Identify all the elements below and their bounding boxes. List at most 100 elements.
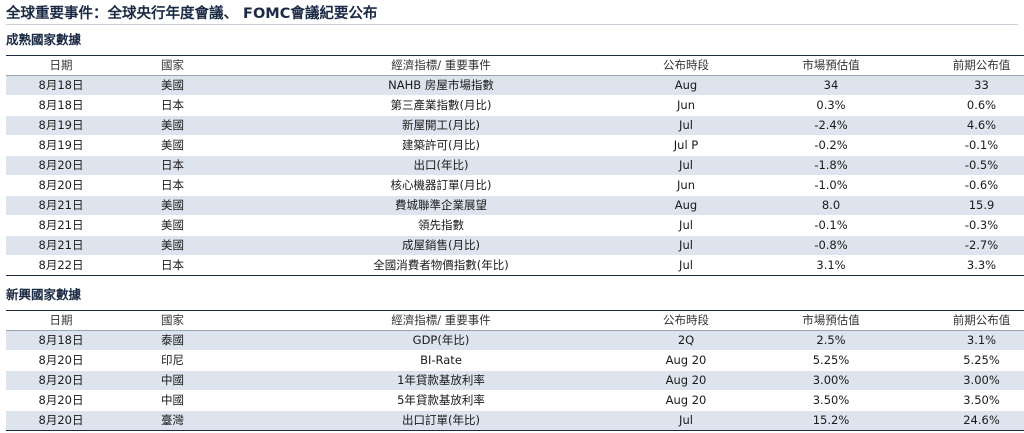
cell-event: 建築許可(月比) [271, 135, 611, 156]
cell-period: Aug 20 [611, 370, 761, 391]
table-row: 8月18日 泰國 GDP(年比) 2Q 2.5% 3.1% [6, 330, 1024, 351]
cell-previous: -0.5% [901, 155, 1024, 176]
cell-previous: 24.6% [901, 410, 1024, 431]
cell-date: 8月20日 [6, 390, 116, 411]
cell-event: 領先指數 [271, 215, 611, 236]
cell-event: 成屋銷售(月比) [271, 235, 611, 256]
table-row: 8月20日 中國 5年貸款基放利率 Aug 20 3.50% 3.50% [6, 390, 1024, 411]
col-header-previous: 前期公布值 [901, 310, 1024, 331]
table-row: 8月20日 印尼 BI-Rate Aug 20 5.25% 5.25% [6, 350, 1024, 371]
cell-date: 8月18日 [6, 75, 116, 96]
cell-forecast: -0.8% [761, 235, 901, 256]
cell-date: 8月19日 [6, 135, 116, 156]
col-header-event: 經濟指標/ 重要事件 [271, 310, 611, 331]
cell-forecast: 8.0 [761, 195, 901, 216]
cell-country: 日本 [116, 175, 271, 196]
cell-country: 美國 [116, 195, 271, 216]
cell-period: Aug 20 [611, 390, 761, 411]
mature-table: 日期 國家 經濟指標/ 重要事件 公布時段 市場預估值 前期公布值 8月18日美… [6, 55, 1024, 276]
cell-previous: -2.7% [901, 235, 1024, 256]
cell-country: 臺灣 [116, 410, 271, 431]
cell-event: 1年貸款基放利率 [271, 370, 611, 391]
col-header-country: 國家 [116, 55, 271, 76]
table-row: 8月21日 美國 領先指數 Jul -0.1% -0.3% [6, 215, 1024, 236]
col-header-period: 公布時段 [611, 55, 761, 76]
cell-date: 8月20日 [6, 410, 116, 431]
cell-event: BI-Rate [271, 350, 611, 371]
cell-date: 8月20日 [6, 370, 116, 391]
cell-previous: -0.6% [901, 175, 1024, 196]
cell-previous: 3.3% [901, 255, 1024, 276]
table-row: 8月20日 臺灣 出口訂單(年比) Jul 15.2% 24.6% [6, 410, 1024, 431]
emerging-table-body: 8月18日 泰國 GDP(年比) 2Q 2.5% 3.1% 8月20日 印尼 BI-Rate Au… [6, 330, 1024, 431]
cell-event: NAHB 房屋市場指數 [271, 75, 611, 96]
cell-country: 日本 [116, 95, 271, 116]
table-row: 8月19日 美國 建築許可(月比) Jul P -0.2% -0.1% [6, 135, 1024, 156]
cell-previous: 15.9 [901, 195, 1024, 216]
cell-country: 美國 [116, 235, 271, 256]
cell-date: 8月18日 [6, 330, 116, 351]
cell-forecast: 5.25% [761, 350, 901, 371]
cell-previous: 5.25% [901, 350, 1024, 371]
cell-period: Jul P [611, 135, 761, 156]
cell-date: 8月20日 [6, 175, 116, 196]
cell-forecast: 2.5% [761, 330, 901, 351]
cell-event: 出口(年比) [271, 155, 611, 176]
cell-forecast: 0.3% [761, 95, 901, 116]
section-title-mature: 成熟國家數據 [6, 32, 82, 47]
table-row: 8月22日 日本 全國消費者物價指數(年比) Jul 3.1% 3.3% [6, 255, 1024, 276]
cell-country: 美國 [116, 215, 271, 236]
cell-period: Jul [611, 235, 761, 256]
cell-period: Jul [611, 115, 761, 136]
table-row: 8月18日 日本 第三產業指數(月比) Jun 0.3% 0.6% [6, 95, 1024, 116]
col-header-country: 國家 [116, 310, 271, 331]
col-header-forecast: 市場預估值 [761, 310, 901, 331]
cell-event: 費城聯準企業展望 [271, 195, 611, 216]
page-title: 全球重要事件：全球央行年度會議、 FOMC會議紀要公布 [6, 4, 1018, 25]
cell-event: 5年貸款基放利率 [271, 390, 611, 411]
cell-date: 8月19日 [6, 115, 116, 136]
cell-forecast: 15.2% [761, 410, 901, 431]
cell-previous: -0.1% [901, 135, 1024, 156]
mature-table-body: 8月18日 美國 NAHB 房屋市場指數 Aug 34 33 8月18日 日本 第三產業指數(月… [6, 75, 1024, 276]
cell-period: Jul [611, 255, 761, 276]
cell-event: GDP(年比) [271, 330, 611, 351]
cell-date: 8月22日 [6, 255, 116, 276]
cell-forecast: 3.1% [761, 255, 901, 276]
cell-previous: 3.1% [901, 330, 1024, 351]
cell-period: Jun [611, 95, 761, 116]
cell-date: 8月21日 [6, 195, 116, 216]
table-row: 8月20日 中國 1年貸款基放利率 Aug 20 3.00% 3.00% [6, 370, 1024, 391]
cell-previous: 3.50% [901, 390, 1024, 411]
col-header-date: 日期 [6, 310, 116, 331]
cell-period: Aug 20 [611, 350, 761, 371]
cell-date: 8月21日 [6, 235, 116, 256]
cell-forecast: -2.4% [761, 115, 901, 136]
cell-period: Aug [611, 195, 761, 216]
table-row: 8月21日 美國 成屋銷售(月比) Jul -0.8% -2.7% [6, 235, 1024, 256]
cell-event: 出口訂單(年比) [271, 410, 611, 431]
cell-date: 8月20日 [6, 350, 116, 371]
cell-period: Jul [611, 215, 761, 236]
cell-country: 中國 [116, 390, 271, 411]
cell-forecast: 3.00% [761, 370, 901, 391]
cell-forecast: 34 [761, 75, 901, 96]
cell-period: Jul [611, 155, 761, 176]
table-row: 8月20日 日本 出口(年比) Jul -1.8% -0.5% [6, 155, 1024, 176]
cell-date: 8月21日 [6, 215, 116, 236]
cell-period: 2Q [611, 330, 761, 351]
section-title-emerging: 新興國家數據 [6, 287, 82, 302]
cell-forecast: -0.2% [761, 135, 901, 156]
cell-date: 8月18日 [6, 95, 116, 116]
table-row: 8月19日 美國 新屋開工(月比) Jul -2.4% 4.6% [6, 115, 1024, 136]
col-header-event: 經濟指標/ 重要事件 [271, 55, 611, 76]
col-header-forecast: 市場預估值 [761, 55, 901, 76]
cell-previous: 33 [901, 75, 1024, 96]
cell-previous: 4.6% [901, 115, 1024, 136]
cell-previous: 3.00% [901, 370, 1024, 391]
cell-forecast: 3.50% [761, 390, 901, 411]
cell-country: 日本 [116, 255, 271, 276]
cell-country: 中國 [116, 370, 271, 391]
table-header-row: 日期 國家 經濟指標/ 重要事件 公布時段 市場預估值 前期公布值 [6, 55, 1024, 76]
cell-event: 第三產業指數(月比) [271, 95, 611, 116]
